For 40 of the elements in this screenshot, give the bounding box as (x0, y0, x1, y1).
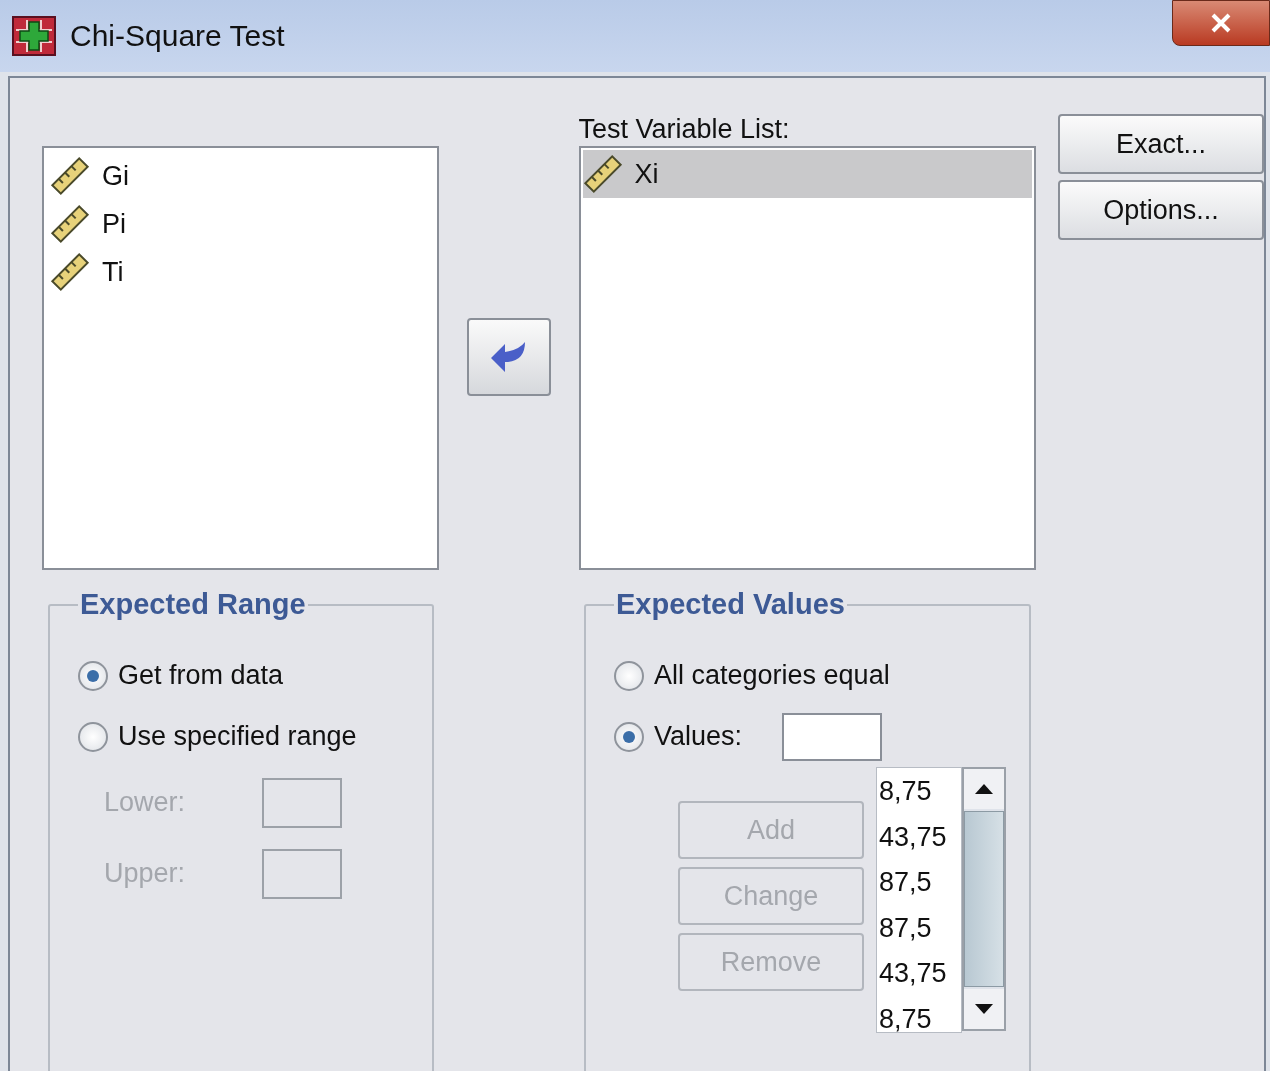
app-icon (12, 16, 56, 56)
dialog-button[interactable]: Exact... (1058, 114, 1264, 174)
radio-button[interactable] (78, 660, 108, 691)
source-variable-list[interactable]: Gi Pi Ti (42, 146, 439, 570)
up-arrow-icon[interactable] (975, 784, 993, 794)
value-item[interactable]: 8,75 (877, 768, 961, 814)
dialog-button[interactable]: Options... (1058, 180, 1264, 240)
value-item[interactable]: 87,5 (877, 859, 961, 905)
field-label: Lower: (104, 787, 187, 818)
radio-button[interactable] (614, 721, 644, 752)
close-icon (1210, 12, 1232, 34)
test-variable-list[interactable]: Xi (578, 146, 1036, 570)
variable-item[interactable]: Gi (102, 160, 129, 192)
group-title: Expected Range (79, 588, 307, 621)
scrollbar[interactable] (962, 767, 1006, 1031)
radio-label[interactable]: Values: (654, 721, 743, 752)
down-arrow-icon[interactable] (975, 1004, 993, 1014)
scroll-thumb[interactable] (964, 811, 1004, 987)
close-button[interactable] (1172, 0, 1270, 46)
field-label: Upper: (104, 858, 187, 889)
list-label: Test Variable List: (578, 114, 791, 146)
value-item[interactable]: 87,5 (877, 904, 961, 950)
radio-label[interactable]: Use specified range (118, 721, 357, 752)
move-button[interactable] (466, 318, 551, 396)
radio-button[interactable] (614, 660, 644, 691)
value-item[interactable]: 43,75 (877, 813, 961, 859)
radio-button[interactable] (78, 721, 108, 752)
variable-item[interactable]: Xi (582, 150, 1032, 198)
variable-item[interactable]: Pi (102, 208, 126, 240)
value-item[interactable]: 8,75 (877, 995, 961, 1032)
value-item[interactable]: 43,75 (877, 950, 961, 996)
values-list[interactable]: 8,75 43,75 87,5 87,5 43,75 8,75 (876, 767, 962, 1033)
input-field[interactable] (262, 777, 342, 828)
variable-item[interactable]: Ti (102, 256, 124, 288)
radio-label[interactable]: All categories equal (654, 660, 890, 691)
radio-label[interactable]: Get from data (118, 660, 284, 691)
window-title: Chi-Square Test (70, 19, 285, 53)
input-field[interactable] (782, 712, 883, 761)
group-title: Expected Values (615, 588, 846, 621)
input-field[interactable] (262, 848, 342, 899)
